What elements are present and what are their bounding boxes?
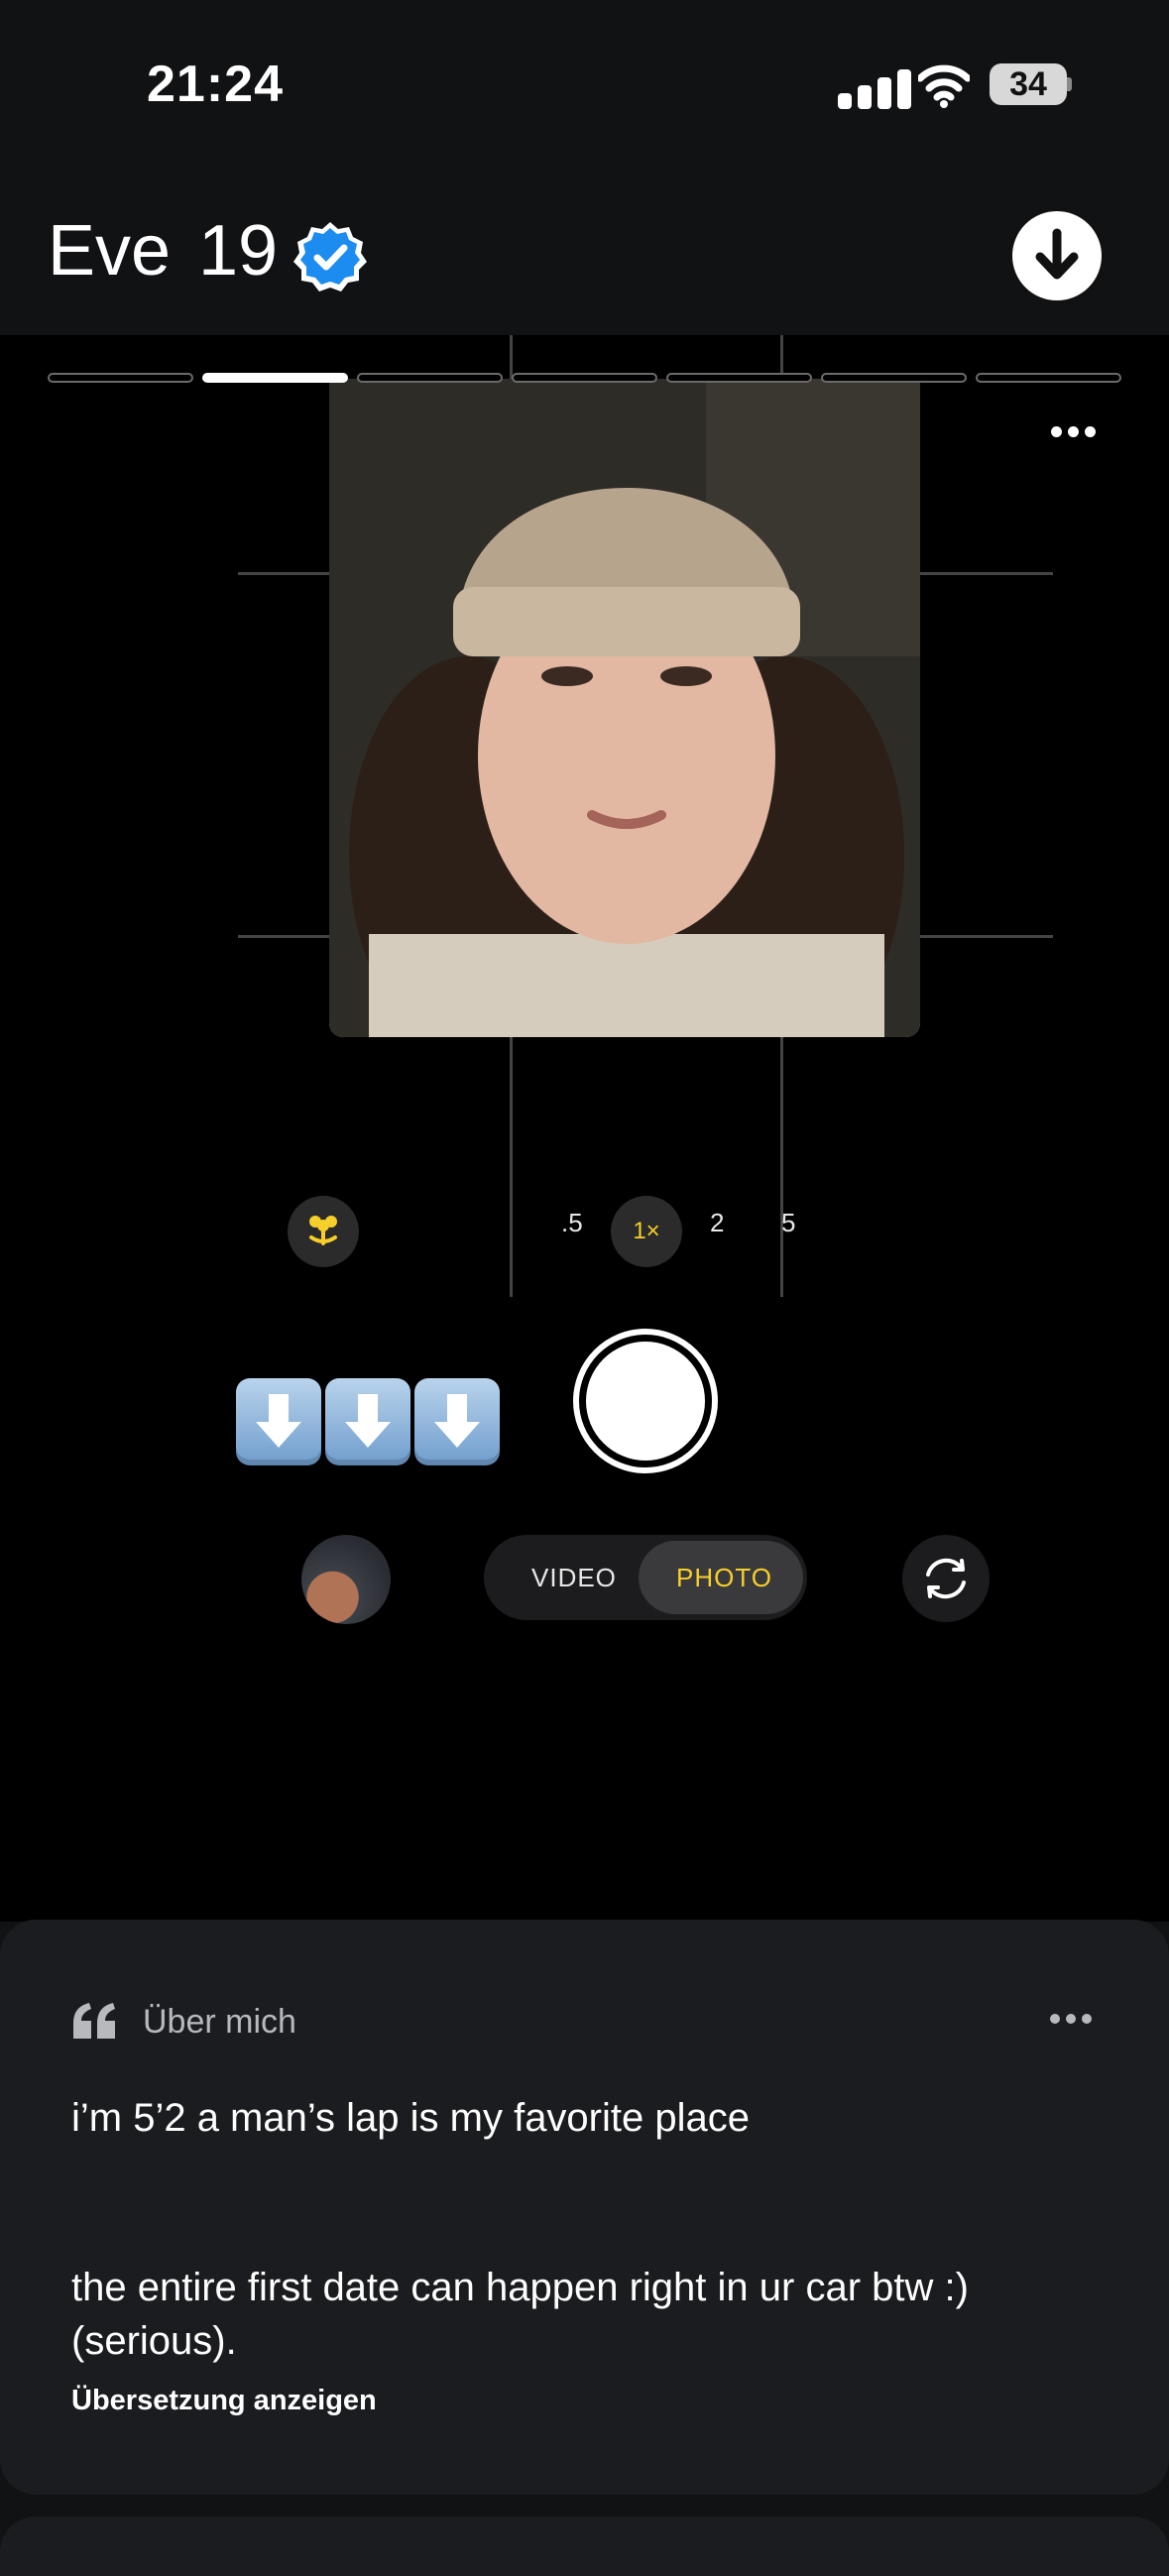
camera-mode-video: VIDEO (531, 1563, 617, 1592)
arrow-down-icon (1019, 218, 1095, 293)
shutter-button-image (586, 1342, 705, 1461)
wifi-icon (918, 64, 970, 108)
verified-badge-icon (293, 222, 367, 292)
progress-segment (512, 373, 657, 383)
progress-segment (357, 373, 503, 383)
bio-text: i’m 5’2 a man’s lap is my favorite place (71, 2096, 750, 2140)
zoom-option-active: 1× (611, 1196, 682, 1267)
progress-segment (666, 373, 812, 383)
zoom-option: .5 (561, 1208, 583, 1237)
photo-progress-bar (48, 373, 1121, 383)
down-arrow-emoji-icon (236, 1378, 321, 1465)
download-button[interactable] (1009, 208, 1105, 303)
progress-segment (821, 373, 967, 383)
about-more-button[interactable] (1047, 2011, 1095, 2029)
progress-segment-active (202, 373, 348, 383)
bio-text: the entire first date can happen right i… (71, 2266, 969, 2363)
profile-age: 19 (198, 211, 279, 291)
camera-mode-photo: PHOTO (676, 1563, 772, 1592)
show-translation-link[interactable]: Übersetzung anzeigen (71, 2385, 377, 2417)
more-options-button[interactable] (1048, 424, 1099, 442)
about-title: Über mich (143, 2003, 296, 2041)
gallery-thumbnail-image (301, 1535, 391, 1624)
down-arrow-emoji-icon (414, 1378, 500, 1465)
status-time: 21:24 (147, 56, 284, 113)
battery-tip (1067, 77, 1072, 91)
progress-segment (976, 373, 1121, 383)
quote-icon (73, 2003, 115, 2039)
battery-indicator: 34 (990, 63, 1067, 105)
camera-flip-icon (902, 1535, 990, 1622)
zoom-option: 5 (781, 1208, 796, 1237)
profile-name: Eve (48, 211, 172, 291)
zoom-option: 2 (710, 1208, 725, 1237)
down-arrow-emoji-icon (325, 1378, 410, 1465)
next-card (0, 2517, 1169, 2576)
cellular-signal-icon (838, 69, 913, 109)
macro-flower-icon (288, 1196, 359, 1267)
progress-segment (48, 373, 193, 383)
selfie-preview-image (329, 379, 920, 1037)
